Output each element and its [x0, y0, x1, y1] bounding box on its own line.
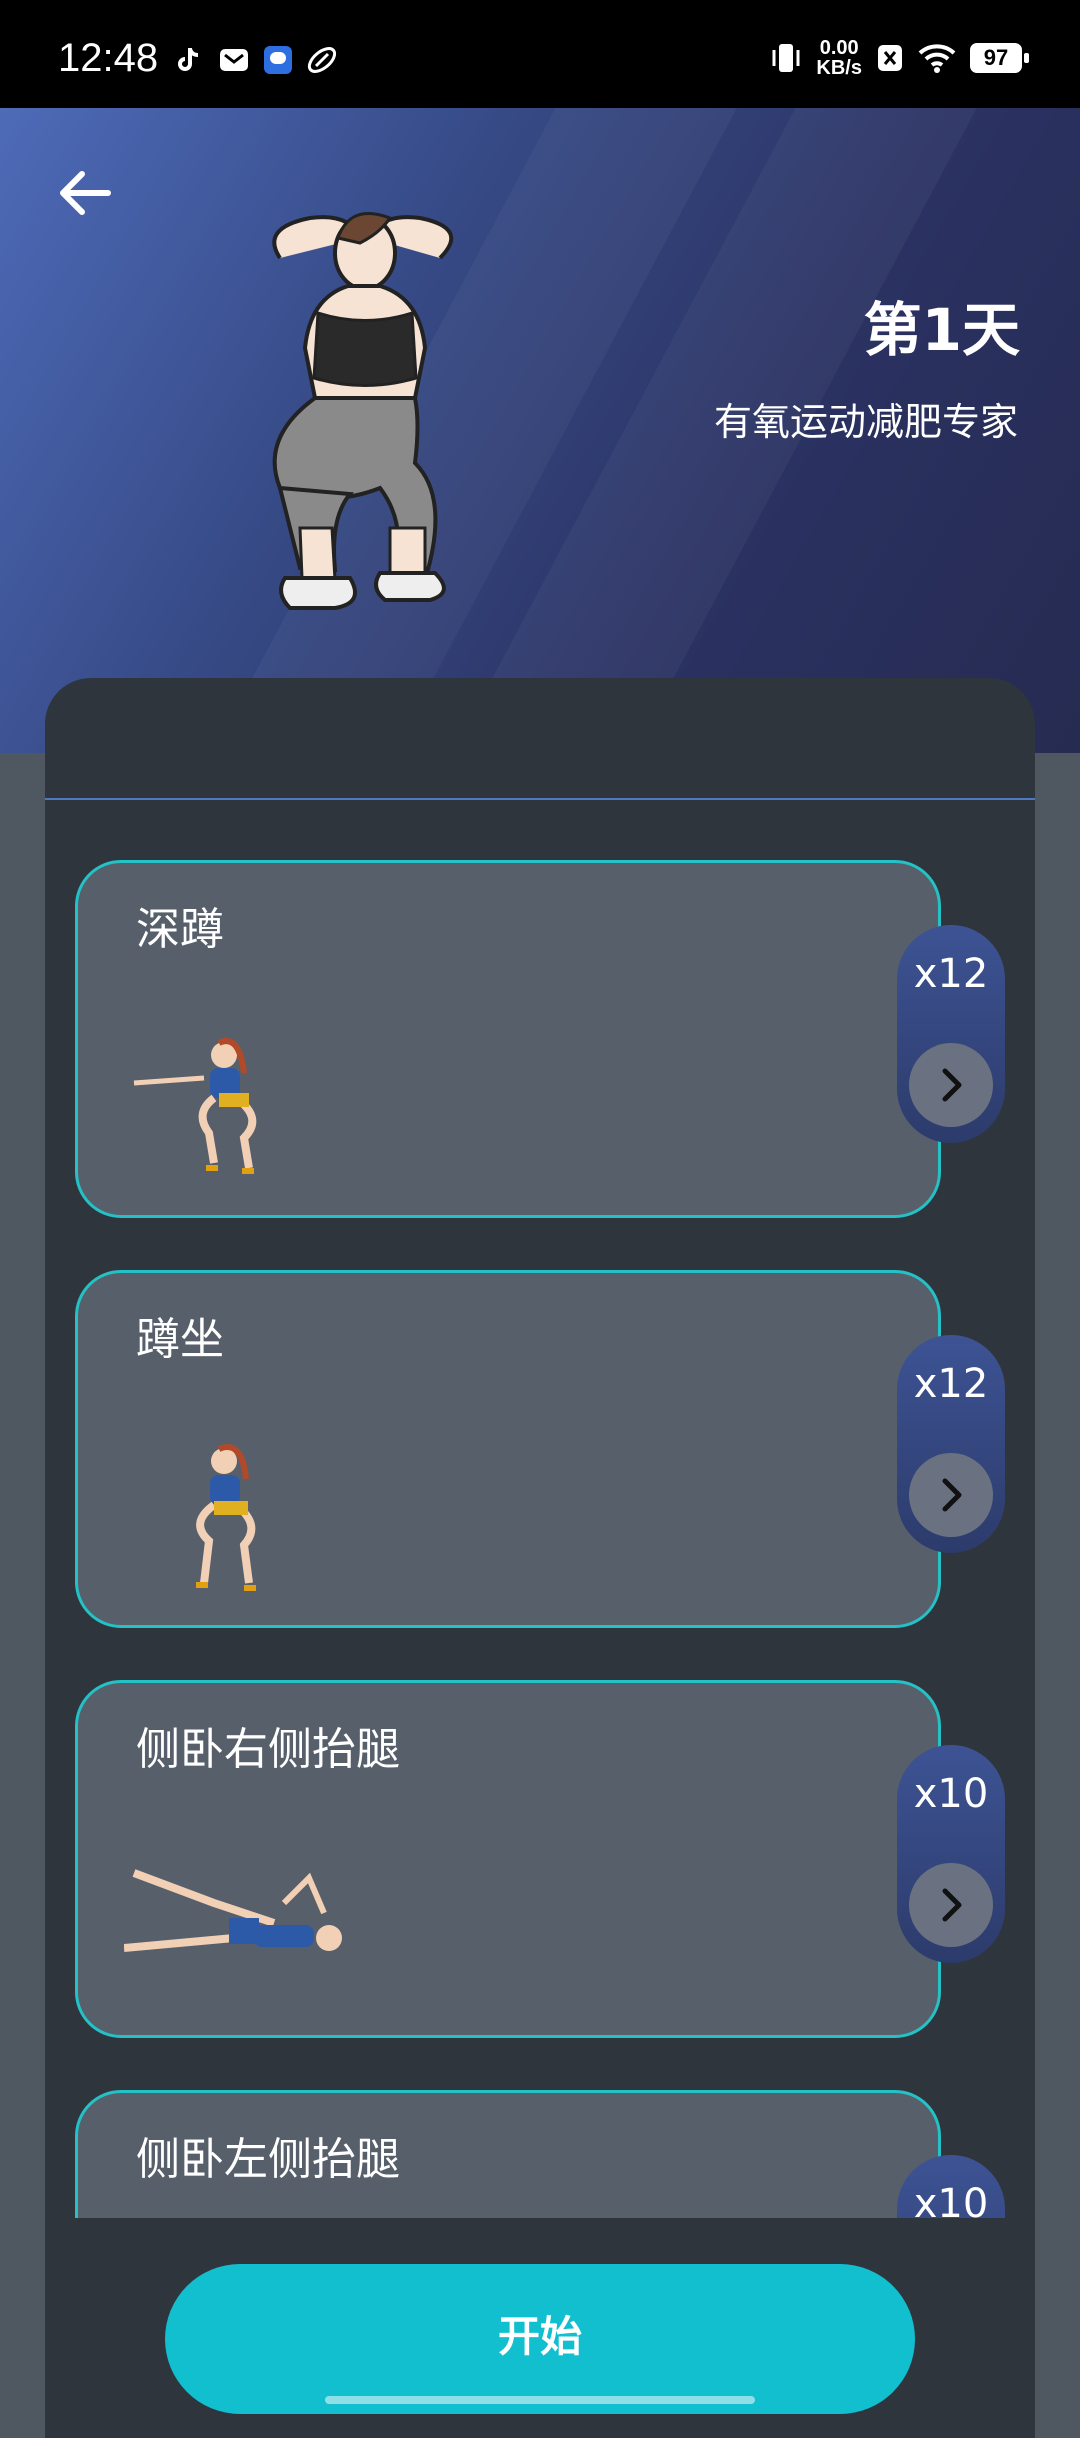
tiktok-icon [178, 48, 199, 71]
exercise-name: 蹲坐 [136, 1314, 224, 1365]
exercise-name: 侧卧右侧抬腿 [136, 1724, 400, 1775]
day-title: 第1天 [863, 296, 1020, 364]
network-speed: 0.00 KB/s [816, 38, 862, 78]
header-banner: 第1天 有氧运动减肥专家 [0, 108, 1080, 753]
status-time: 12:48 [58, 36, 159, 80]
home-indicator[interactable] [325, 2396, 755, 2404]
status-right: 0.00 KB/s 97 [770, 38, 1029, 78]
exercise-name: 深蹲 [136, 904, 224, 955]
exercise-thumbnail [124, 1869, 342, 1952]
exercise-card[interactable]: 蹲坐 [75, 1270, 941, 1628]
start-button[interactable]: 开始 [165, 2264, 915, 2414]
exercise-detail-button[interactable] [909, 1453, 993, 1537]
exercise-card[interactable]: 侧卧左侧抬腿 [75, 2090, 941, 2218]
wifi-icon [918, 44, 956, 73]
mail-icon [220, 49, 248, 71]
rep-count: x10 [913, 1771, 989, 1817]
exercise-detail-button[interactable] [909, 1863, 993, 1947]
vibrate-icon [772, 44, 800, 72]
exercise-thumbnail [196, 1444, 256, 1591]
rep-count: x12 [913, 951, 989, 997]
plan-subtitle: 有氧运动减肥专家 [713, 400, 1018, 444]
rep-count-pill: x10 [897, 1745, 1005, 1963]
rep-count: x10 [913, 2181, 989, 2218]
chevron-right-icon [942, 1478, 962, 1512]
exercise-card[interactable]: 侧卧右侧抬腿 [75, 1680, 941, 2038]
squat-illustration [272, 212, 454, 610]
rugby-icon [307, 47, 337, 73]
back-arrow-icon[interactable] [52, 160, 118, 226]
exercise-name: 侧卧左侧抬腿 [136, 2134, 400, 2185]
chevron-right-icon [942, 1068, 962, 1102]
app-icon [264, 46, 292, 74]
exercise-list[interactable]: 深蹲 x12 蹲坐 x12 侧卧右侧抬腿 x10 侧卧左侧抬腿 x10 [45, 800, 1035, 2218]
chevron-right-icon [942, 1888, 962, 1922]
rep-count-pill: x12 [897, 925, 1005, 1143]
rep-count-pill: x12 [897, 1335, 1005, 1553]
status-bar: 12:48 0.00 KB/s 97 [0, 0, 1080, 108]
network-speed-unit: KB/s [816, 57, 862, 79]
exercise-card[interactable]: 深蹲 [75, 860, 941, 1218]
battery-icon: 97 [970, 43, 1029, 73]
exercise-thumbnail [133, 1038, 257, 1174]
rep-count: x12 [913, 1361, 989, 1407]
sim-x-icon [878, 45, 902, 71]
exercise-detail-button[interactable] [909, 1043, 993, 1127]
network-speed-value: 0.00 [819, 37, 859, 59]
